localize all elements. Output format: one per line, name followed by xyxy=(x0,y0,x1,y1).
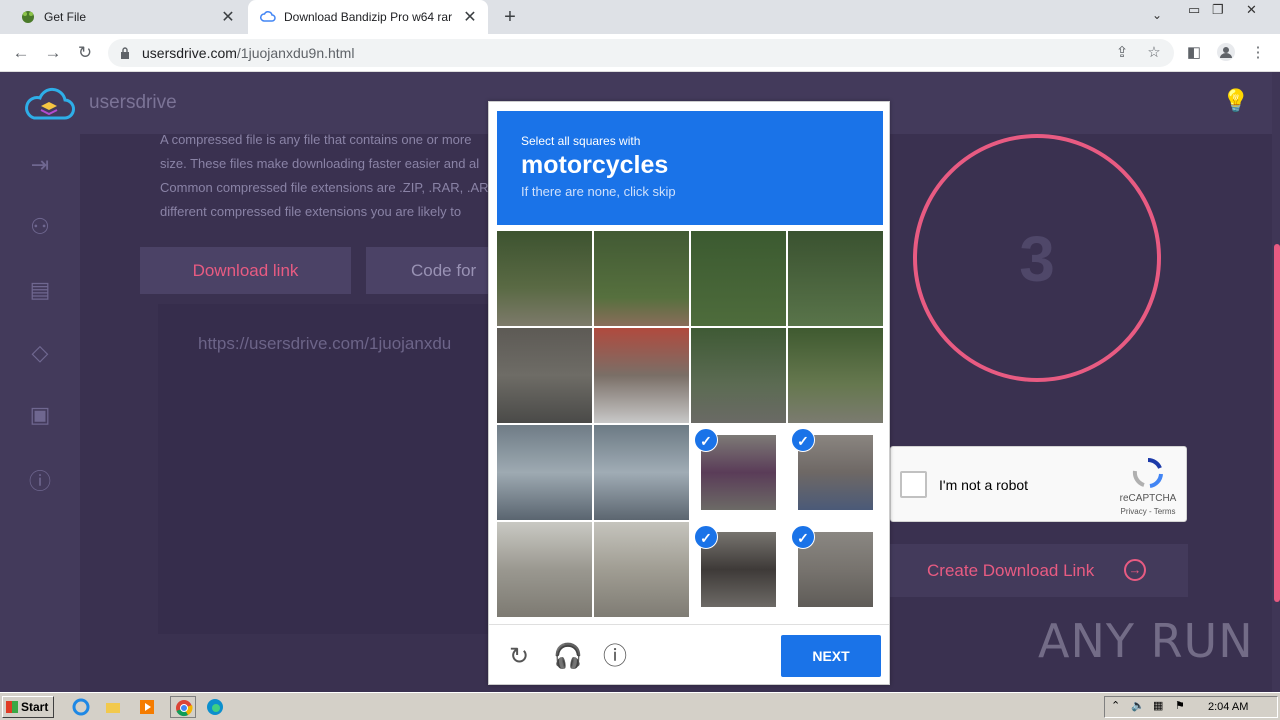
create-download-link-button[interactable]: Create Download Link → xyxy=(888,544,1188,597)
frog-icon xyxy=(20,9,36,25)
restore-icon[interactable]: ❐ xyxy=(1212,2,1224,18)
challenge-image-grid: ✓ ✓ ✓ ✓ xyxy=(497,231,883,617)
lightbulb-icon[interactable]: 💡 xyxy=(1222,88,1249,114)
selected-check-icon: ✓ xyxy=(694,428,718,452)
folder-icon[interactable] xyxy=(104,698,122,716)
not-robot-label: I'm not a robot xyxy=(939,477,1029,493)
challenge-target: motorcycles xyxy=(521,151,669,179)
grid-tile[interactable] xyxy=(497,328,592,423)
flag-icon[interactable]: ⚑ xyxy=(1175,699,1185,712)
tab-search-icon[interactable]: ⌄ xyxy=(1152,8,1162,22)
audio-challenge-icon[interactable]: 🎧 xyxy=(553,643,583,671)
privacy-terms-link[interactable]: Privacy - Terms xyxy=(1117,507,1179,516)
windows-taskbar: Start ⌃ 🔈 ▦ ⚑ 2:04 AM xyxy=(0,692,1280,720)
scrollbar-thumb[interactable] xyxy=(1274,244,1280,602)
add-user-icon[interactable]: ⚇ xyxy=(26,214,54,242)
login-icon[interactable]: ⇥ xyxy=(26,152,54,180)
file-list-icon[interactable]: ▤ xyxy=(26,277,54,305)
download-url-text[interactable]: https://usersdrive.com/1juojanxdu xyxy=(198,334,451,354)
close-window-icon[interactable]: ✕ xyxy=(1246,2,1257,18)
windows-logo-icon xyxy=(6,701,18,713)
challenge-footer: ↻ 🎧 ⓘ NEXT xyxy=(489,624,889,684)
chrome-icon[interactable] xyxy=(170,696,196,718)
ie-icon[interactable] xyxy=(72,698,90,716)
close-tab-icon[interactable]: ✕ xyxy=(216,7,240,27)
selected-check-icon: ✓ xyxy=(791,525,815,549)
grid-tile[interactable] xyxy=(594,231,689,326)
reload-challenge-icon[interactable]: ↻ xyxy=(505,643,533,671)
arrow-right-icon: → xyxy=(1124,559,1146,581)
selected-check-icon: ✓ xyxy=(791,428,815,452)
start-label: Start xyxy=(21,700,49,714)
challenge-header: Select all squares with motorcycles If t… xyxy=(497,111,883,225)
menu-kebab-icon[interactable]: ⋮ xyxy=(1247,42,1269,64)
grid-tile[interactable] xyxy=(594,425,689,520)
grid-tile[interactable] xyxy=(497,425,592,520)
recaptcha-brand: reCAPTCHA xyxy=(1119,493,1177,504)
lock-icon xyxy=(120,46,130,59)
grid-tile[interactable] xyxy=(788,328,883,423)
next-button[interactable]: NEXT xyxy=(781,635,881,677)
challenge-instruction: Select all squares with xyxy=(521,134,641,148)
grid-tile[interactable] xyxy=(788,231,883,326)
address-bar-row: ← → ↻ usersdrive.com/1juojanxdu9n.html ⇪… xyxy=(0,34,1280,72)
url-path: /1juojanxdu9n.html xyxy=(236,45,355,61)
omnibox[interactable]: usersdrive.com/1juojanxdu9n.html xyxy=(108,39,1174,67)
sidebar: ⇥ ⚇ ▤ ◇ ▣ ⓘ xyxy=(0,134,80,692)
tab-title: Download Bandizip Pro w64 rar xyxy=(284,10,453,24)
tray-expand-icon[interactable]: ⌃ xyxy=(1111,699,1120,712)
info-paragraph: A compressed file is any file that conta… xyxy=(160,132,489,219)
grid-tile[interactable] xyxy=(691,328,786,423)
tab-download-bandizip[interactable]: Download Bandizip Pro w64 rar ✕ xyxy=(248,0,488,34)
cloud-icon xyxy=(260,9,276,25)
brand-name[interactable]: usersdrive xyxy=(89,92,177,114)
tab-get-file[interactable]: Get File ✕ xyxy=(8,0,246,34)
create-download-link-label: Create Download Link xyxy=(927,561,1095,580)
forward-icon[interactable]: → xyxy=(42,42,64,64)
diamond-icon[interactable]: ◇ xyxy=(26,340,54,368)
recaptcha-logo-icon xyxy=(1132,457,1164,494)
recaptcha-widget: I'm not a robot reCAPTCHA Privacy - Term… xyxy=(890,446,1187,522)
back-icon[interactable]: ← xyxy=(10,42,32,64)
selected-check-icon: ✓ xyxy=(694,525,718,549)
url-text: usersdrive.com/1juojanxdu9n.html xyxy=(142,45,354,61)
grid-tile[interactable] xyxy=(497,231,592,326)
profile-icon[interactable] xyxy=(1215,42,1237,64)
media-player-icon[interactable] xyxy=(138,698,156,716)
side-panel-icon[interactable]: ◧ xyxy=(1183,42,1205,64)
code-for-tab[interactable]: Code for xyxy=(366,247,506,294)
share-icon[interactable]: ⇪ xyxy=(1111,42,1133,64)
anyrun-watermark: ANY RUN xyxy=(1038,614,1254,668)
start-button[interactable]: Start xyxy=(2,696,54,718)
grid-tile[interactable] xyxy=(497,522,592,617)
download-link-tab[interactable]: Download link xyxy=(140,247,351,294)
bookmark-star-icon[interactable]: ☆ xyxy=(1143,42,1165,64)
challenge-skip-hint: If there are none, click skip xyxy=(521,184,676,199)
tab-strip: Get File ✕ Download Bandizip Pro w64 rar… xyxy=(0,0,1280,34)
edge-icon[interactable] xyxy=(206,698,224,716)
not-robot-checkbox[interactable] xyxy=(900,471,927,498)
cash-icon[interactable]: ▣ xyxy=(26,402,54,430)
new-tab-button[interactable]: + xyxy=(498,4,522,30)
clock[interactable]: 2:04 AM xyxy=(1208,701,1248,713)
help-info-icon[interactable]: ⓘ xyxy=(601,643,629,671)
info-icon[interactable]: ⓘ xyxy=(26,464,54,494)
captcha-challenge-dialog: Select all squares with motorcycles If t… xyxy=(488,101,890,685)
reload-icon[interactable]: ↻ xyxy=(74,42,96,64)
grid-tile[interactable] xyxy=(691,231,786,326)
countdown-number: 3 xyxy=(1019,223,1055,295)
network-icon[interactable]: ▦ xyxy=(1153,699,1163,712)
system-tray: ⌃ 🔈 ▦ ⚑ xyxy=(1104,696,1278,718)
volume-icon[interactable]: 🔈 xyxy=(1131,699,1145,712)
minimize-icon[interactable]: ▭ xyxy=(1188,2,1200,18)
usersdrive-logo-icon[interactable] xyxy=(22,85,76,128)
url-host: usersdrive.com xyxy=(142,45,237,61)
close-tab-icon[interactable]: ✕ xyxy=(458,7,482,27)
tab-title: Get File xyxy=(44,10,87,24)
grid-tile[interactable] xyxy=(594,328,689,423)
grid-tile[interactable] xyxy=(594,522,689,617)
